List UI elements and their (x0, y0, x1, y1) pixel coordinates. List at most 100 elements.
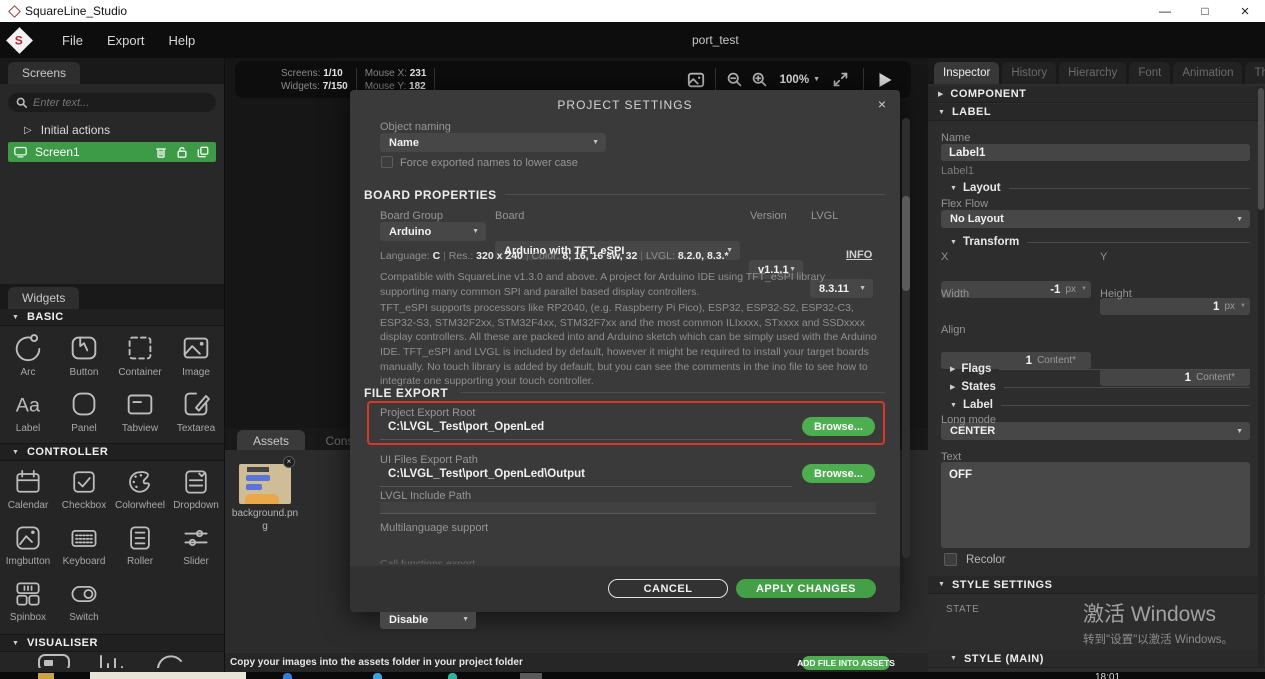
widget-keyboard[interactable]: Keyboard (56, 522, 112, 578)
browse-export-root-button[interactable]: Browse... (802, 417, 875, 436)
duplicate-screen-icon[interactable] (197, 146, 209, 158)
inspector-scrollbar-thumb[interactable] (1258, 88, 1264, 210)
minimize-button[interactable]: — (1145, 0, 1185, 22)
board-spec-line: Language: C | Res.: 320 x 240 | Color: 8… (380, 250, 729, 262)
fit-screen-icon[interactable] (832, 71, 849, 88)
taskbar-icon-3[interactable] (448, 673, 457, 679)
y-input[interactable]: 1px▼ (1100, 298, 1250, 315)
widget-button[interactable]: Button (56, 331, 112, 387)
tab-hierarchy[interactable]: Hierarchy (1059, 62, 1126, 84)
bar-widget-icon[interactable] (36, 652, 72, 668)
ui-files-export-path-value[interactable]: C:\LVGL_Test\port_OpenLed\Output (388, 468, 585, 480)
tab-inspector[interactable]: Inspector (934, 62, 999, 84)
widget-switch[interactable]: Switch (56, 578, 112, 634)
menu-file[interactable]: File (62, 33, 83, 48)
screenshot-icon[interactable] (687, 71, 705, 89)
asset-file-name: background.png (231, 508, 299, 533)
tab-widgets[interactable]: Widgets (8, 287, 79, 309)
modal-scrollbar[interactable] (902, 118, 910, 558)
colorwheel-icon (124, 466, 156, 498)
tab-animation[interactable]: Animation (1173, 62, 1242, 84)
add-file-into-assets-button[interactable]: ADD FILE INTO ASSETS (802, 656, 890, 670)
widget-panel[interactable]: Panel (56, 387, 112, 443)
taskbar-icon-1[interactable] (283, 673, 292, 679)
widget-label[interactable]: Aa Label (0, 387, 56, 443)
component-section-header[interactable]: ▶ COMPONENT (928, 86, 1265, 103)
widget-arc[interactable]: Arc (0, 331, 56, 387)
inspector-scrollbar[interactable] (1258, 86, 1264, 668)
name-input[interactable]: Label1 (941, 144, 1250, 161)
remove-asset-icon[interactable]: × (283, 456, 295, 468)
initial-actions-item[interactable]: ▷ Initial actions (0, 120, 224, 140)
asset-thumbnail[interactable] (239, 464, 291, 504)
zoom-out-icon[interactable] (726, 71, 743, 88)
modal-close-icon[interactable]: × (878, 96, 886, 112)
zoom-in-icon[interactable] (751, 71, 768, 88)
widget-image[interactable]: Image (168, 331, 224, 387)
taskbar-icon-2[interactable] (373, 673, 382, 679)
screen1-item[interactable]: Screen1 (8, 142, 216, 162)
taskbar-window-sliver[interactable] (90, 672, 246, 679)
screens-search[interactable] (8, 93, 216, 112)
board-group-dropdown[interactable]: Arduino▼ (380, 222, 486, 241)
search-input[interactable] (33, 97, 193, 109)
apply-changes-button[interactable]: APPLY CHANGES (736, 579, 876, 598)
info-link[interactable]: INFO (846, 249, 872, 261)
widget-tabview[interactable]: Tabview (112, 387, 168, 443)
close-button[interactable]: × (1225, 0, 1265, 22)
tab-history[interactable]: History (1002, 62, 1056, 84)
label-section-header[interactable]: ▼ LABEL (928, 104, 1265, 121)
tab-assets[interactable]: Assets (237, 430, 305, 452)
canvas-area[interactable]: Screens: 1/10 Widgets: 7/150 Mouse X: 23… (225, 58, 928, 672)
zoom-level-dropdown[interactable]: 100% ▼ (780, 74, 820, 86)
maximize-button[interactable]: □ (1185, 0, 1225, 22)
app-window: SquareLine_Studio — □ × S File Export He… (0, 0, 1265, 679)
widget-container[interactable]: Container (112, 331, 168, 387)
project-export-root-value[interactable]: C:\LVGL_Test\port_OpenLed (388, 421, 544, 433)
flags-subsection[interactable]: ▶Flags (950, 363, 1250, 375)
flex-flow-dropdown[interactable]: No Layout▼ (941, 210, 1250, 228)
widget-imgbutton[interactable]: Imgbutton (0, 522, 56, 578)
browse-ui-files-button[interactable]: Browse... (802, 464, 875, 483)
flex-flow-label: Flex Flow (941, 198, 988, 210)
recolor-checkbox[interactable] (944, 553, 957, 566)
widget-calendar[interactable]: Calendar (0, 466, 56, 522)
play-icon[interactable] (878, 72, 893, 88)
widget-checkbox[interactable]: Checkbox (56, 466, 112, 522)
section-visualiser[interactable]: ▼ VISUALISER (0, 634, 224, 652)
cancel-button[interactable]: CANCEL (608, 579, 728, 598)
widget-dropdown[interactable]: Dropdown (168, 466, 224, 522)
widget-colorwheel[interactable]: Colorwheel (112, 466, 168, 522)
arc-widget-icon[interactable] (152, 652, 188, 668)
taskbar-app-sliver[interactable] (38, 673, 54, 679)
force-lowercase-checkbox[interactable] (381, 156, 393, 168)
widget-textarea[interactable]: Textarea (168, 387, 224, 443)
menu-export[interactable]: Export (107, 33, 145, 48)
lvgl-include-path-input[interactable] (380, 502, 876, 514)
states-subsection[interactable]: ▶States (950, 381, 1250, 393)
label-subsection[interactable]: ▼Label (950, 399, 1250, 411)
widget-roller[interactable]: Roller (112, 522, 168, 578)
text-textarea[interactable]: OFF (941, 462, 1250, 546)
modal-scrollbar-thumb[interactable] (902, 196, 910, 291)
tab-themes[interactable]: Themes (1245, 62, 1265, 84)
section-controller[interactable]: ▼ CONTROLLER (0, 443, 224, 461)
lvgl-include-path-label: LVGL Include Path (380, 490, 471, 502)
transform-subsection[interactable]: ▼Transform (950, 236, 1250, 248)
object-naming-dropdown[interactable]: Name▼ (380, 133, 606, 152)
file-export-title: FILE EXPORT (364, 386, 448, 400)
multilanguage-dropdown[interactable]: Disable▼ (380, 610, 476, 629)
widget-slider[interactable]: Slider (168, 522, 224, 578)
widget-spinbox[interactable]: Spinbox (0, 578, 56, 634)
chart-widget-icon[interactable] (94, 652, 130, 668)
taskbar-icon-4[interactable] (520, 673, 542, 679)
style-main-header[interactable]: ▼ STYLE (MAIN) (928, 650, 1265, 668)
tab-screens[interactable]: Screens (8, 62, 80, 84)
delete-screen-icon[interactable] (155, 146, 167, 158)
layout-subsection[interactable]: ▼Layout (950, 182, 1250, 194)
tab-font[interactable]: Font (1129, 62, 1170, 84)
menu-help[interactable]: Help (169, 33, 196, 48)
style-settings-header[interactable]: ▼ STYLE SETTINGS (928, 576, 1265, 594)
unlock-icon[interactable] (176, 146, 188, 158)
section-basic[interactable]: ▼ BASIC (0, 308, 224, 326)
